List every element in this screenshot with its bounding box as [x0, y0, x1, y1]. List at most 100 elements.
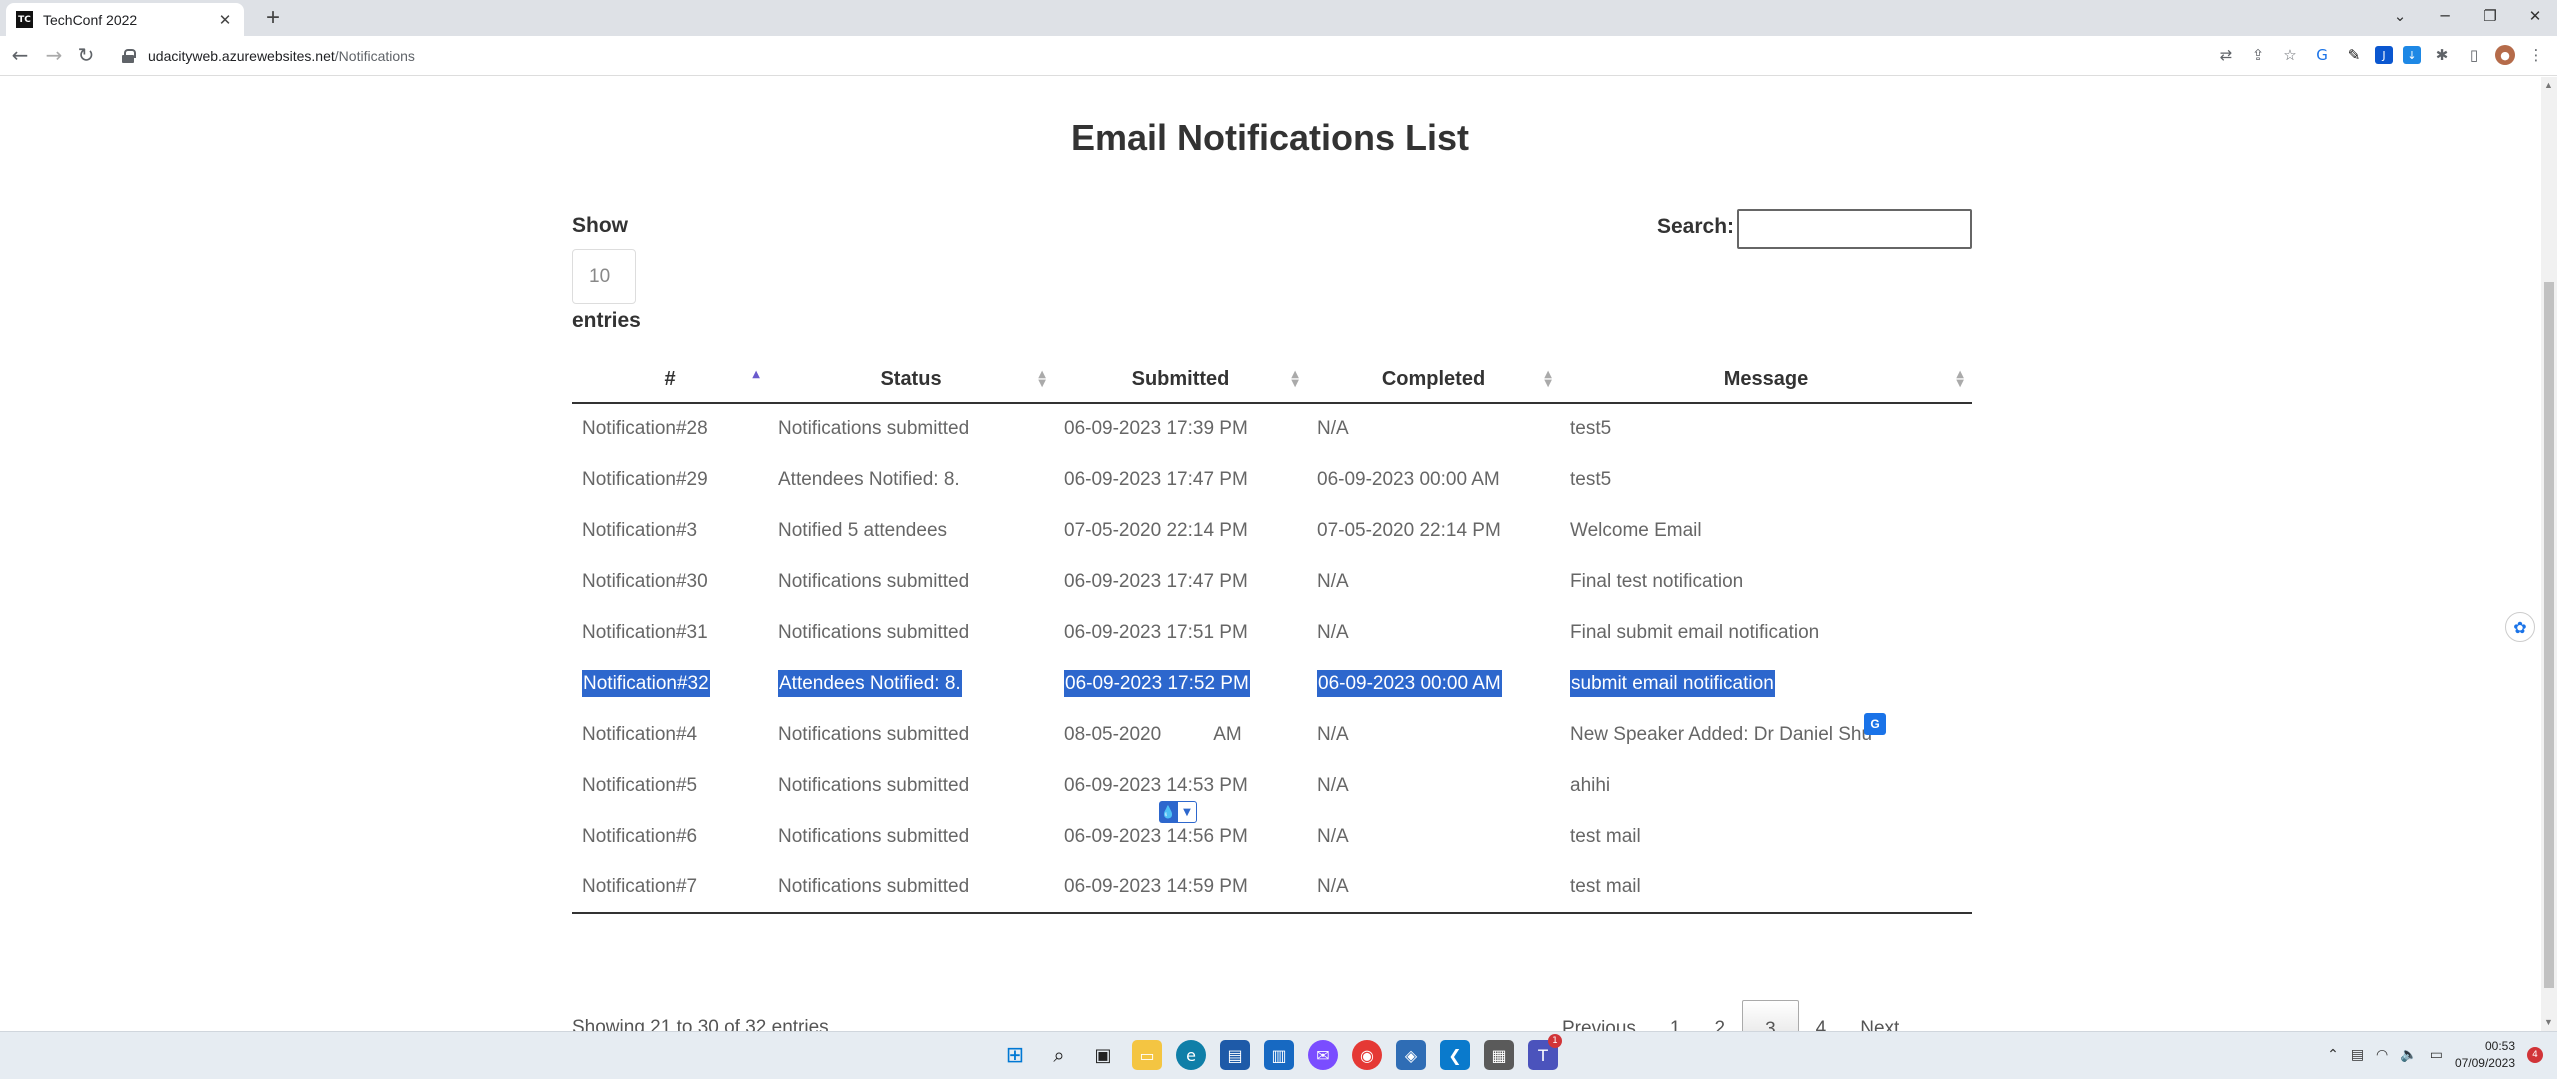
- battery-icon[interactable]: ▭: [2430, 1047, 2443, 1063]
- sort-icon: ▲ ▼: [1038, 369, 1046, 389]
- scroll-up-icon[interactable]: ▲: [2544, 80, 2553, 90]
- search-icon[interactable]: ⌕: [1044, 1040, 1074, 1070]
- submitted-time-part: AM: [1213, 723, 1242, 745]
- profile-avatar[interactable]: ●: [2495, 45, 2515, 65]
- chrome-menu-icon[interactable]: ⋮: [2525, 44, 2547, 66]
- cell-status: Notifications submitted: [778, 418, 970, 439]
- notification-count[interactable]: 4: [2527, 1047, 2543, 1063]
- assistant-bubble-icon[interactable]: ✿: [2505, 612, 2535, 642]
- table-row[interactable]: Notification#29 Attendees Notified: 8. 0…: [572, 454, 1972, 505]
- cell-id: Notification#7: [572, 862, 768, 914]
- column-header-id[interactable]: # ▲: [572, 357, 768, 404]
- page-title: Email Notifications List: [1070, 117, 1470, 158]
- sort-ascending-icon: ▲: [752, 369, 760, 380]
- google-translate-ext-icon[interactable]: G: [2311, 44, 2333, 66]
- start-icon[interactable]: ⊞: [1000, 1040, 1030, 1070]
- cell-submitted: 06-09-2023 14:59 PM: [1054, 862, 1307, 914]
- sort-icon: ▲ ▼: [1291, 369, 1299, 389]
- table-row[interactable]: Notification#4 Notifications submitted 0…: [572, 709, 1972, 760]
- clock[interactable]: 00:53 07/09/2023: [2455, 1038, 2515, 1072]
- tab-search-chevron-icon[interactable]: ⌄: [2380, 2, 2420, 32]
- reload-button[interactable]: ↻: [74, 44, 98, 68]
- calculator-icon[interactable]: ▦: [1484, 1040, 1514, 1070]
- notifications-table: # ▲ Status ▲ ▼ Submitted ▲ ▼ Completed ▲ ▼ Mess…: [572, 357, 1972, 914]
- tray-chevron-icon[interactable]: ⌃: [2327, 1047, 2339, 1063]
- cell-id: Notification#4: [582, 723, 698, 745]
- page-length-select[interactable]: 10: [572, 249, 636, 304]
- column-header-submitted[interactable]: Submitted ▲ ▼: [1054, 357, 1307, 404]
- mysql-workbench-icon[interactable]: ◈: [1396, 1040, 1426, 1070]
- table-row[interactable]: Notification#31 Notifications submitted …: [572, 607, 1972, 658]
- translate-popup-icon[interactable]: G: [1864, 713, 1886, 735]
- back-button[interactable]: ←: [8, 44, 32, 68]
- edge-icon[interactable]: e: [1176, 1040, 1206, 1070]
- cell-message: Welcome Email: [1570, 519, 1702, 541]
- column-header-label: Completed: [1381, 368, 1486, 390]
- url-path: /Notifications: [334, 48, 415, 64]
- cell-submitted: 06-09-2023 17:47 PM: [1064, 570, 1248, 592]
- close-window-button[interactable]: ✕: [2515, 2, 2555, 32]
- teams-icon[interactable]: T1: [1528, 1034, 1562, 1070]
- chevron-down-icon[interactable]: ▼: [1177, 801, 1197, 823]
- wifi-icon[interactable]: ◠: [2376, 1047, 2388, 1063]
- side-panel-icon[interactable]: ▯: [2463, 44, 2485, 66]
- table-row[interactable]: Notification#6 Notifications submitted 0…: [572, 811, 1972, 862]
- scroll-down-icon[interactable]: ▼: [2544, 1017, 2553, 1027]
- selected-text: 06-09-2023 17:52 PM: [1064, 669, 1250, 697]
- cell-id: Notification#28: [582, 418, 708, 439]
- bookmark-star-icon[interactable]: ☆: [2279, 44, 2301, 66]
- share-icon[interactable]: ⇪: [2247, 44, 2269, 66]
- selected-text: 06-09-2023 00:00 AM: [1317, 669, 1502, 697]
- teams-badge: 1: [1548, 1034, 1562, 1048]
- techconf-favicon-icon: TC: [16, 11, 33, 28]
- search-input[interactable]: [1737, 209, 1972, 249]
- restore-button[interactable]: ❐: [2470, 2, 2510, 32]
- selected-text: Notification#32: [582, 669, 710, 697]
- messenger-icon[interactable]: ✉: [1308, 1040, 1338, 1070]
- extensions-puzzle-icon[interactable]: ✱: [2431, 44, 2453, 66]
- forward-button[interactable]: →: [42, 44, 66, 68]
- tab-close-icon[interactable]: ✕: [216, 11, 234, 29]
- cell-completed: N/A: [1307, 862, 1560, 914]
- column-header-status[interactable]: Status ▲ ▼: [768, 357, 1054, 404]
- jira-ext-icon[interactable]: J: [2375, 46, 2393, 64]
- pen-ext-icon[interactable]: ✎: [2343, 44, 2365, 66]
- store-icon[interactable]: ▤: [1220, 1040, 1250, 1070]
- browser-tab-strip: TC TechConf 2022 ✕ + ⌄ ─ ❐ ✕: [0, 0, 2557, 36]
- selected-text: submit email notification: [1570, 669, 1775, 697]
- keyboard-language-icon[interactable]: ▤: [2351, 1047, 2364, 1063]
- color-drop-icon[interactable]: 💧: [1159, 801, 1177, 823]
- cell-id: Notification#5: [582, 774, 698, 796]
- table-row[interactable]: Notification#30 Notifications submitted …: [572, 556, 1972, 607]
- address-bar[interactable]: udacityweb.azurewebsites.net/Notificatio…: [112, 40, 2222, 72]
- column-header-completed[interactable]: Completed ▲ ▼: [1307, 357, 1560, 404]
- cell-submitted: 08-05-2020 AM: [1054, 709, 1307, 760]
- scroll-thumb[interactable]: [2544, 282, 2554, 988]
- volume-icon[interactable]: 🔈: [2400, 1047, 2417, 1063]
- translate-icon[interactable]: ⇄: [2215, 44, 2237, 66]
- table-row[interactable]: Notification#7 Notifications submitted 0…: [572, 862, 1972, 914]
- column-header-message[interactable]: Message ▲ ▼: [1560, 357, 1972, 404]
- minimize-button[interactable]: ─: [2425, 2, 2465, 32]
- remote-desktop-icon[interactable]: ▥: [1264, 1040, 1294, 1070]
- file-explorer-icon[interactable]: ▭: [1132, 1040, 1162, 1070]
- cell-completed: N/A: [1317, 825, 1349, 847]
- task-view-icon[interactable]: ▣: [1088, 1040, 1118, 1070]
- cell-message: Final submit email notification: [1570, 621, 1820, 643]
- entries-label: entries: [572, 309, 641, 332]
- cell-message: test5: [1570, 418, 1612, 439]
- table-row[interactable]: Notification#3 Notified 5 attendees 07-0…: [572, 505, 1972, 556]
- table-row[interactable]: Notification#5 Notifications submitted 0…: [572, 760, 1972, 811]
- vscode-icon[interactable]: ❮: [1440, 1040, 1470, 1070]
- table-row-selected[interactable]: Notification#32 Attendees Notified: 8. 0…: [572, 658, 1972, 709]
- new-tab-button[interactable]: +: [258, 4, 288, 34]
- cell-id: Notification#29: [582, 468, 708, 490]
- download-ext-icon[interactable]: ↓: [2403, 46, 2421, 64]
- page-scrollbar[interactable]: ▲ ▼: [2541, 77, 2557, 1031]
- cell-completed: 06-09-2023 00:00 AM: [1317, 468, 1500, 490]
- table-row[interactable]: Notification#28 Notifications submitted …: [572, 403, 1972, 454]
- color-picker-overlay[interactable]: 💧 ▼: [1159, 801, 1197, 823]
- search-label: Search:: [1657, 215, 1735, 238]
- chrome-icon[interactable]: ◉: [1352, 1040, 1382, 1070]
- browser-tab[interactable]: TC TechConf 2022 ✕: [6, 3, 244, 36]
